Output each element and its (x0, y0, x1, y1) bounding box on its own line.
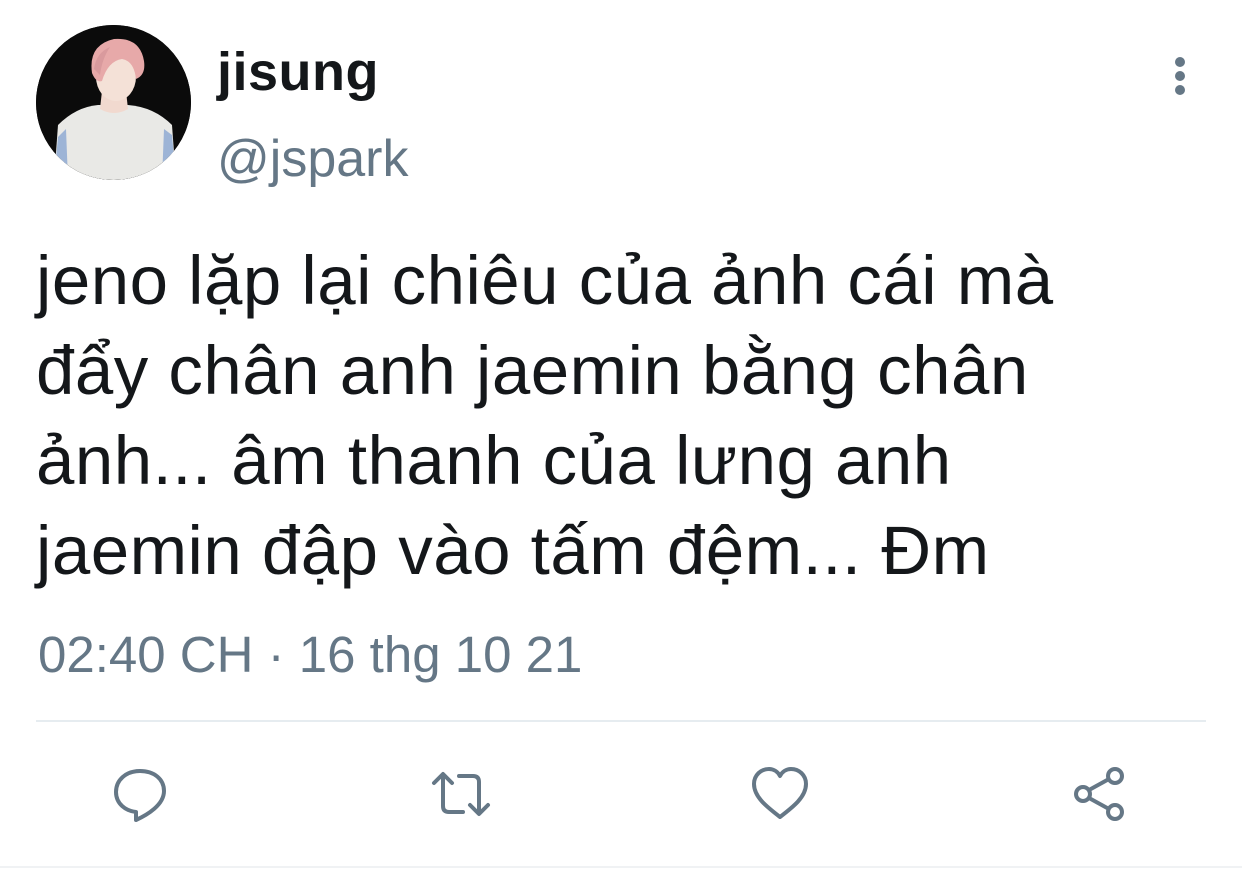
tweet-timestamp[interactable]: 02:40 CH · 16 thg 10 21 (38, 625, 582, 685)
tweet-text-line: jeno lặp lại chiêu của ảnh cái mà (36, 242, 1054, 319)
retweet-button[interactable] (430, 763, 492, 825)
tweet-text: jeno lặp lại chiêu của ảnh cái mà đẩy ch… (36, 236, 1216, 596)
share-icon (1074, 767, 1124, 821)
more-dot (1175, 71, 1185, 81)
heart-icon (752, 767, 808, 819)
tweet-card: jisung @jspark jeno lặp lại chiêu của ản… (0, 0, 1242, 885)
bottom-border (0, 866, 1242, 868)
more-vertical-icon[interactable] (1160, 52, 1200, 100)
user-handle[interactable]: @jspark (217, 129, 409, 189)
avatar-image (36, 25, 191, 180)
retweet-icon (432, 772, 490, 816)
more-dot (1175, 85, 1185, 95)
tweet-text-line: ảnh... âm thanh của lưng anh (36, 422, 952, 499)
tweet-text-line: đẩy chân anh jaemin bằng chân (36, 332, 1029, 409)
display-name[interactable]: jisung (217, 42, 379, 102)
share-button[interactable] (1069, 763, 1131, 825)
avatar[interactable] (36, 25, 191, 180)
tweet-text-line: jaemin đập vào tấm đệm... Đm (36, 512, 990, 589)
divider (36, 720, 1206, 722)
more-dot (1175, 57, 1185, 67)
reply-button[interactable] (109, 763, 171, 825)
reply-icon (114, 769, 166, 822)
like-button[interactable] (749, 763, 811, 825)
